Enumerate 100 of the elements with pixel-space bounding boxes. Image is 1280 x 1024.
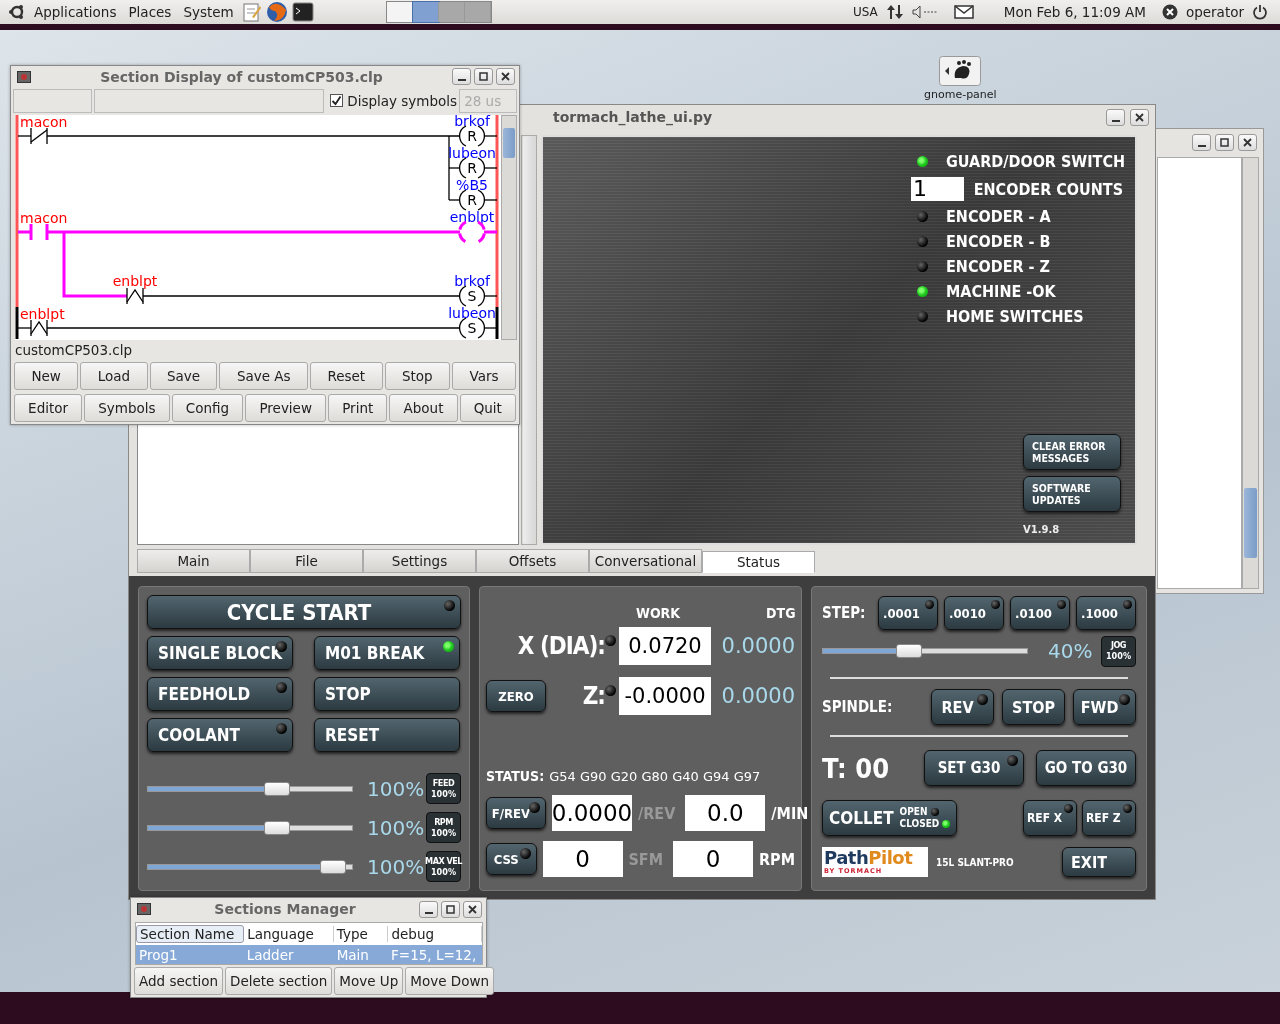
control-button[interactable]: F/REV	[486, 797, 546, 829]
toolbar-button[interactable]: Symbols	[84, 394, 170, 422]
toolbar-button[interactable]: Vars	[452, 362, 516, 390]
close-button[interactable]	[496, 68, 515, 86]
input-field[interactable]: 0	[673, 841, 754, 877]
slider-thumb[interactable]	[895, 644, 922, 658]
tab[interactable]: File	[250, 549, 363, 573]
workspace-switcher-cell[interactable]	[439, 2, 465, 22]
toolbar-button[interactable]: New	[14, 362, 79, 390]
reset-badge-button[interactable]: JOG 100%	[1101, 635, 1136, 667]
column-header[interactable]: debug	[388, 926, 482, 942]
terminal-icon[interactable]	[291, 2, 314, 22]
scrollbar[interactable]	[1242, 157, 1259, 589]
menu-item[interactable]: Places	[124, 4, 176, 20]
toolbar-button[interactable]: Reset	[310, 362, 383, 390]
work-position-field[interactable]: 0.0720	[619, 627, 711, 665]
user-name[interactable]: operator	[1185, 4, 1244, 20]
column-header[interactable]: Language	[244, 926, 334, 942]
minimize-button[interactable]	[452, 68, 471, 86]
toolbar-button[interactable]: Editor	[14, 394, 83, 422]
toolbar-button[interactable]: Stop	[384, 362, 451, 390]
keyboard-layout[interactable]: USA	[852, 5, 878, 19]
close-button[interactable]	[1130, 108, 1149, 126]
close-button[interactable]	[463, 900, 482, 918]
override-slider[interactable]	[147, 820, 353, 835]
toolbar-button[interactable]: Preview	[245, 394, 327, 422]
ring-icon[interactable]	[8, 3, 26, 21]
scrollbar[interactable]	[501, 115, 517, 340]
control-button[interactable]: SET G30	[924, 750, 1024, 786]
control-button[interactable]: .0001	[878, 596, 938, 630]
control-button[interactable]: SOFTWARE UPDATES	[1023, 476, 1121, 512]
workspace-switcher-cell[interactable]	[465, 2, 491, 22]
toolbar-button[interactable]: Delete section	[225, 967, 333, 995]
clock[interactable]: Mon Feb 6, 11:09 AM	[1003, 4, 1146, 20]
minimize-button[interactable]	[1192, 133, 1211, 151]
control-button[interactable]: CSS	[486, 843, 537, 875]
control-button[interactable]: ZERO	[486, 680, 546, 712]
control-button[interactable]: COOLANT	[147, 718, 293, 752]
scrollbar[interactable]	[521, 135, 537, 545]
toolbar-button[interactable]: About	[389, 394, 458, 422]
override-slider[interactable]	[147, 859, 353, 874]
control-button[interactable]: M01 BREAK	[314, 636, 460, 670]
toolbar-button[interactable]: Config	[171, 394, 244, 422]
control-button[interactable]: RESET	[314, 718, 460, 752]
reset-badge-button[interactable]: FEED 100%	[426, 773, 461, 804]
reset-badge-button[interactable]: MAX VEL 100%	[426, 851, 461, 882]
control-button[interactable]: .0010	[944, 596, 1004, 630]
tab[interactable]: Offsets	[476, 549, 589, 573]
toolbar-button[interactable]: Save As	[219, 362, 308, 390]
control-button[interactable]: SINGLE BLOCK	[147, 636, 293, 670]
maximize-button[interactable]	[1215, 133, 1234, 151]
slider-thumb[interactable]	[264, 820, 290, 835]
globe-icon[interactable]	[265, 1, 288, 23]
control-button[interactable]: GO TO G30	[1036, 750, 1136, 786]
tab[interactable]: Conversational	[589, 549, 702, 573]
column-header[interactable]: Type	[333, 926, 389, 942]
input-field[interactable]	[93, 88, 325, 113]
control-button[interactable]: CYCLE START	[147, 595, 461, 629]
control-button[interactable]: .0100	[1010, 596, 1070, 630]
workspace-switcher-cell[interactable]	[413, 2, 439, 22]
display-symbols-checkbox[interactable]: Display symbols	[330, 92, 458, 109]
control-button[interactable]: CLEAR ERROR MESSAGES	[1023, 434, 1121, 470]
control-button[interactable]: STOP	[314, 677, 460, 711]
control-button[interactable]: FEEDHOLD	[147, 677, 293, 711]
maximize-button[interactable]	[474, 68, 493, 86]
workspace-switcher-cell[interactable]	[387, 2, 413, 22]
work-position-field[interactable]: -0.0000	[619, 677, 711, 715]
exit-button[interactable]: EXIT	[1062, 847, 1136, 877]
toolbar-button[interactable]: Print	[328, 394, 388, 422]
minimize-button[interactable]	[419, 900, 438, 918]
control-button[interactable]: FWD	[1073, 689, 1136, 725]
control-button[interactable]: REF Z	[1082, 800, 1136, 836]
toolbar-button[interactable]: Quit	[459, 394, 517, 422]
menu-item[interactable]: System	[179, 4, 238, 20]
override-slider[interactable]	[147, 781, 353, 796]
tab[interactable]: Status	[702, 551, 815, 573]
minimize-button[interactable]	[1106, 108, 1125, 126]
input-field[interactable]: 0.0000	[552, 795, 632, 831]
control-button[interactable]: STOP	[1002, 689, 1065, 725]
toolbar-button[interactable]: Load	[80, 362, 148, 390]
speaker-icon[interactable]	[911, 5, 938, 19]
toolbar-button[interactable]: Move Down	[405, 967, 495, 995]
maximize-button[interactable]	[441, 900, 460, 918]
updown-arrows-icon[interactable]	[885, 4, 904, 20]
toolbar-button[interactable]: Add section	[134, 967, 224, 995]
control-button[interactable]: REF X	[1023, 800, 1077, 836]
launcher-icon[interactable]	[939, 56, 982, 86]
tab[interactable]: Settings	[363, 549, 476, 573]
control-button[interactable]: .1000	[1076, 596, 1136, 630]
reset-badge-button[interactable]: RPM 100%	[426, 812, 461, 843]
control-button[interactable]: REV	[931, 689, 994, 725]
input-field[interactable]	[13, 88, 92, 113]
menu-item[interactable]: Applications	[30, 4, 121, 20]
toolbar-button[interactable]: Save	[149, 362, 218, 390]
close-button[interactable]	[1238, 133, 1257, 151]
toolbar-button[interactable]: Move Up	[334, 967, 404, 995]
slider-thumb[interactable]	[264, 781, 290, 796]
column-header[interactable]: Section Name	[136, 925, 245, 943]
slider-thumb[interactable]	[319, 859, 346, 874]
jog-slider[interactable]	[822, 644, 1028, 658]
